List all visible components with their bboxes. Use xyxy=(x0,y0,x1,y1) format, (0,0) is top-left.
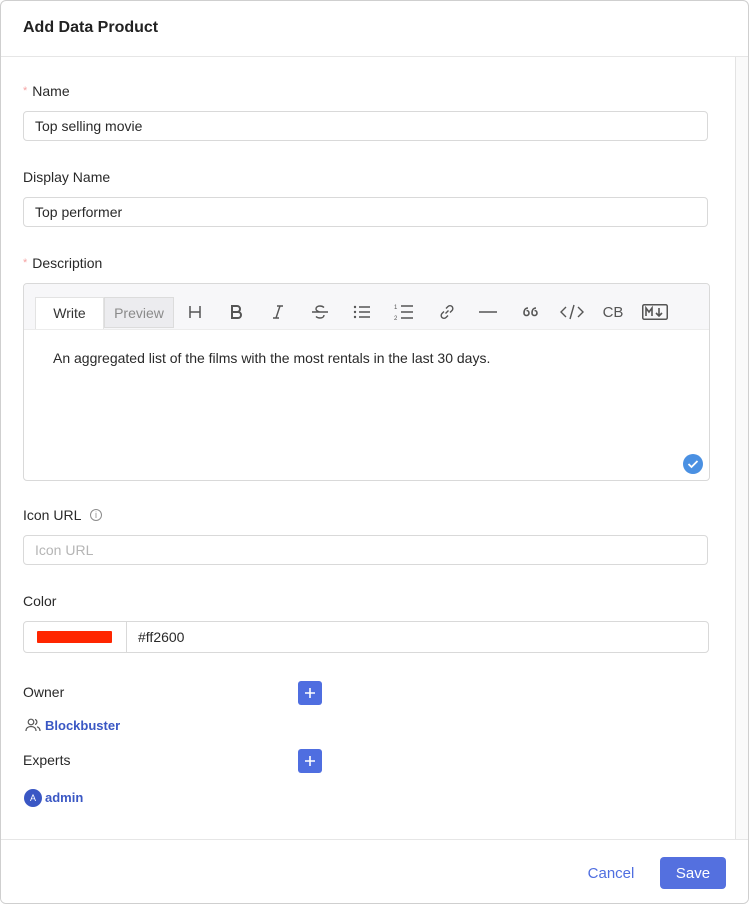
name-label-text: Name xyxy=(32,83,70,99)
check-icon xyxy=(683,454,703,474)
bold-icon[interactable] xyxy=(224,300,248,324)
required-marker: * xyxy=(23,257,28,269)
color-value[interactable]: #ff2600 xyxy=(138,629,184,645)
description-text[interactable]: An aggregated list of the films with the… xyxy=(53,350,490,366)
color-picker[interactable]: #ff2600 xyxy=(23,621,709,653)
avatar: A xyxy=(24,789,42,807)
description-editor[interactable]: Write Preview 12 CB An aggregated list o… xyxy=(23,283,710,481)
description-label: * Description xyxy=(23,255,102,271)
modal-title: Add Data Product xyxy=(23,19,159,36)
tab-write[interactable]: Write xyxy=(35,297,104,329)
owner-link[interactable]: Blockbuster xyxy=(45,718,120,733)
strikethrough-icon[interactable] xyxy=(308,300,332,324)
color-swatch-button[interactable] xyxy=(24,622,127,652)
team-icon xyxy=(25,718,41,737)
markdown-icon[interactable] xyxy=(641,300,669,324)
scrollbar[interactable] xyxy=(735,57,748,839)
svg-text:1: 1 xyxy=(394,305,398,311)
add-owner-button[interactable] xyxy=(298,681,322,705)
modal-footer: Cancel Save xyxy=(1,839,748,903)
bullet-list-icon[interactable] xyxy=(350,300,374,324)
quote-icon[interactable] xyxy=(518,300,542,324)
numbered-list-icon[interactable]: 12 xyxy=(392,300,416,324)
add-data-product-modal: Add Data Product * Name Display Name * Des… xyxy=(0,0,749,904)
heading-icon[interactable] xyxy=(183,300,207,324)
display-name-input[interactable] xyxy=(23,197,708,227)
svg-text:2: 2 xyxy=(394,316,398,321)
icon-url-label: Icon URL xyxy=(23,507,82,523)
name-input[interactable] xyxy=(23,111,708,141)
info-icon[interactable]: i xyxy=(90,509,102,521)
add-expert-button[interactable] xyxy=(298,749,322,773)
code-block-icon[interactable]: CB xyxy=(601,300,625,324)
cancel-button[interactable]: Cancel xyxy=(572,857,650,889)
modal-header: Add Data Product xyxy=(1,1,748,57)
required-marker: * xyxy=(23,85,28,97)
save-button[interactable]: Save xyxy=(660,857,726,889)
link-icon[interactable] xyxy=(435,300,459,324)
owner-label: Owner xyxy=(23,684,65,700)
expert-link[interactable]: admin xyxy=(45,790,83,805)
editor-toolbar: Write Preview 12 CB xyxy=(24,284,709,330)
experts-label: Experts xyxy=(23,752,71,768)
description-label-text: Description xyxy=(32,255,103,271)
code-icon[interactable] xyxy=(560,300,584,324)
italic-icon[interactable] xyxy=(266,300,290,324)
color-swatch xyxy=(37,631,112,643)
tab-preview[interactable]: Preview xyxy=(104,297,174,328)
name-label: * Name xyxy=(23,83,70,99)
color-label: Color xyxy=(23,593,57,609)
display-name-label: Display Name xyxy=(23,169,111,185)
icon-url-input[interactable] xyxy=(23,535,708,565)
horizontal-rule-icon[interactable] xyxy=(476,300,500,324)
